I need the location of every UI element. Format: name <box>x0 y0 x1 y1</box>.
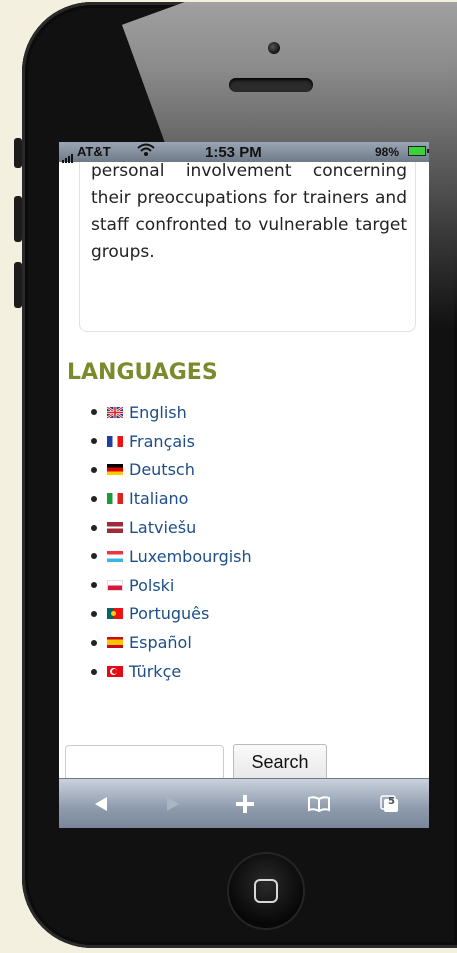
language-item-francais[interactable]: Français <box>91 427 252 456</box>
language-link[interactable]: English <box>129 403 187 422</box>
forward-icon[interactable] <box>151 779 195 828</box>
latvia-flag-icon <box>107 522 123 534</box>
back-icon[interactable] <box>79 779 123 828</box>
luxembourg-flag-icon <box>107 550 123 562</box>
bullet-icon <box>91 524 97 531</box>
language-item-portugues[interactable]: Português <box>91 600 252 629</box>
bookmarks-icon[interactable] <box>297 779 341 828</box>
bullet-icon <box>91 466 97 473</box>
spain-flag-icon <box>107 637 123 649</box>
language-link[interactable]: Italiano <box>129 489 188 508</box>
germany-flag-icon <box>107 464 123 476</box>
search-input[interactable] <box>65 745 224 781</box>
add-icon[interactable] <box>223 779 267 828</box>
language-item-latviesu[interactable]: Latviešu <box>91 513 252 542</box>
status-bar: AT&T 1:53 PM 98% <box>59 142 429 163</box>
italy-flag-icon <box>107 493 123 505</box>
content-text: personal involvement concerning their pr… <box>91 161 407 262</box>
browser-toolbar: 5 <box>59 778 429 828</box>
language-item-turkce[interactable]: Türkçe <box>91 657 252 686</box>
battery-percent: 98% <box>375 145 400 159</box>
wifi-icon <box>137 142 155 161</box>
bullet-icon <box>91 582 97 589</box>
status-time: 1:53 PM <box>205 144 262 161</box>
volume-up-button <box>14 196 22 242</box>
portugal-flag-icon <box>107 608 123 620</box>
home-square-icon <box>254 879 278 903</box>
bullet-icon <box>91 668 97 675</box>
language-link[interactable]: Português <box>129 604 209 623</box>
language-link[interactable]: Español <box>129 633 192 652</box>
tabs-icon[interactable]: 5 <box>367 779 411 828</box>
battery-icon <box>408 146 429 156</box>
carrier-label: AT&T <box>77 144 111 159</box>
uk-flag-icon <box>107 406 123 418</box>
bullet-icon <box>91 409 97 416</box>
poland-flag-icon <box>107 579 123 591</box>
phone-screen: AT&T 1:53 PM 98% personal involvement co… <box>59 142 429 828</box>
earpiece-speaker <box>229 78 313 92</box>
language-item-english[interactable]: English <box>91 398 252 427</box>
language-item-italiano[interactable]: Italiano <box>91 484 252 513</box>
language-link[interactable]: Luxembourgish <box>129 547 252 566</box>
turkey-flag-icon <box>107 666 123 678</box>
france-flag-icon <box>107 435 123 447</box>
language-item-luxembourgish[interactable]: Luxembourgish <box>91 542 252 571</box>
language-item-espanol[interactable]: Español <box>91 628 252 657</box>
language-link[interactable]: Türkçe <box>129 662 181 681</box>
front-camera <box>268 42 280 54</box>
bullet-icon <box>91 610 97 617</box>
volume-down-button <box>14 262 22 308</box>
language-link[interactable]: Deutsch <box>129 460 195 479</box>
language-link[interactable]: Français <box>129 432 195 451</box>
bullet-icon <box>91 553 97 560</box>
bullet-icon <box>91 495 97 502</box>
bullet-icon <box>91 438 97 445</box>
language-item-polski[interactable]: Polski <box>91 571 252 600</box>
search-button[interactable]: Search <box>233 744 327 780</box>
mute-switch <box>14 138 22 168</box>
language-item-deutsch[interactable]: Deutsch <box>91 456 252 485</box>
bullet-icon <box>91 639 97 646</box>
languages-heading: LANGUAGES <box>67 360 218 385</box>
tabs-count: 5 <box>388 796 395 807</box>
language-link[interactable]: Polski <box>129 576 174 595</box>
language-list: English Français Deutsch Italiano Latvie… <box>91 398 252 686</box>
signal-icon <box>62 148 74 163</box>
language-link[interactable]: Latviešu <box>129 518 196 537</box>
